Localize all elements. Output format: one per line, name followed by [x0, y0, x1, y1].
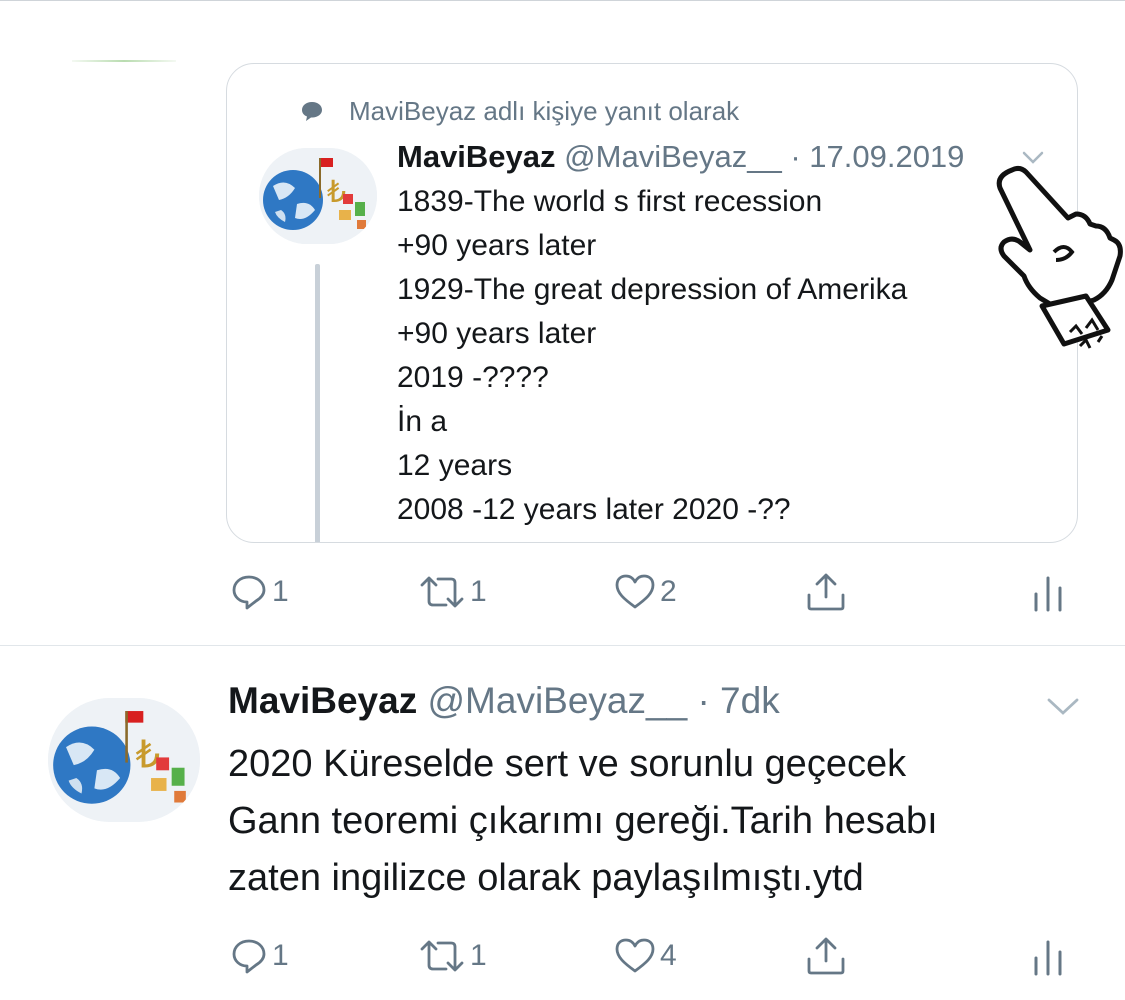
svg-text:₺: ₺: [327, 175, 346, 210]
avatar[interactable]: ₺: [259, 148, 377, 244]
quoted-tweet-actions: 1 1 2: [230, 567, 1070, 617]
globe-lira-avatar-icon: ₺: [48, 698, 200, 822]
reply-context-text: MaviBeyaz adlı kişiye yanıt olarak: [349, 96, 740, 126]
decorative-line: [72, 60, 176, 62]
avatar[interactable]: ₺: [48, 698, 200, 822]
share-button[interactable]: [804, 567, 848, 617]
analytics-icon: [1034, 576, 1062, 612]
globe-lira-avatar-icon: ₺: [259, 148, 377, 244]
main-tweet-header: MaviBeyaz @MaviBeyaz__ · 7dk: [228, 680, 780, 722]
analytics-button[interactable]: [1030, 567, 1066, 617]
tweet-text-line: 2008 -12 years later 2020 -??: [397, 493, 791, 526]
handle-and-date[interactable]: @MaviBeyaz__ · 17.09.2019: [564, 139, 964, 174]
share-icon: [807, 573, 845, 611]
tweet-text-line: zaten ingilizce olarak paylaşılmıştı.ytd: [228, 857, 864, 899]
tweet-text-line: 12 years: [397, 449, 513, 482]
speech-bubble-icon: [302, 102, 322, 121]
tweet-text-line: İn a: [397, 405, 448, 438]
retweet-button[interactable]: 1: [418, 931, 487, 981]
pointing-hand-icon: [996, 165, 1123, 349]
analytics-button[interactable]: [1030, 931, 1066, 981]
retweet-count: 1: [470, 575, 487, 608]
like-button[interactable]: 2: [614, 567, 677, 617]
like-count: 2: [660, 575, 677, 608]
retweet-icon: [420, 576, 464, 608]
retweet-icon: [420, 940, 464, 972]
reply-context: MaviBeyaz adlı kişiye yanıt olarak: [302, 96, 740, 127]
top-divider: [0, 0, 1125, 1]
heart-icon: [615, 938, 655, 973]
reply-icon: [232, 575, 266, 610]
like-button[interactable]: 4: [614, 931, 677, 981]
author-name[interactable]: MaviBeyaz: [397, 139, 556, 174]
reply-count: 1: [272, 575, 289, 608]
chevron-down-icon[interactable]: [1046, 697, 1080, 717]
reply-button[interactable]: 1: [230, 567, 289, 617]
share-button[interactable]: [804, 931, 848, 981]
quoted-tweet-header: MaviBeyaz @MaviBeyaz__ · 17.09.2019: [397, 139, 964, 175]
tweet-text-line: 2020 Küreselde sert ve sorunlu geçecek: [228, 743, 907, 785]
svg-text:₺: ₺: [136, 733, 161, 778]
author-name[interactable]: MaviBeyaz: [228, 680, 417, 721]
share-icon: [807, 937, 845, 975]
reply-button[interactable]: 1: [230, 931, 289, 981]
reply-icon: [232, 939, 266, 974]
tweet-text-line: Gann teoremi çıkarımı gereği.Tarih hesab…: [228, 800, 938, 842]
tweet-text-line: 1839-The world s first recession: [397, 185, 823, 218]
analytics-icon: [1034, 940, 1062, 976]
main-tweet-text: 2020 Küreselde sert ve sorunlu geçecek G…: [228, 736, 938, 907]
reply-count: 1: [272, 939, 289, 972]
quoted-tweet-card[interactable]: MaviBeyaz adlı kişiye yanıt olarak ₺ Mav…: [226, 63, 1078, 543]
handle-and-time[interactable]: @MaviBeyaz__ · 7dk: [428, 680, 780, 721]
tweet-divider: [0, 645, 1125, 646]
retweet-button[interactable]: 1: [418, 567, 487, 617]
tweet-text-line: 2019 -????: [397, 361, 549, 394]
retweet-count: 1: [470, 939, 487, 972]
tweet-text-line: 1929-The great depression of Amerika: [397, 273, 908, 306]
tweet-text-line: +90 years later: [397, 317, 597, 350]
quoted-tweet-text: 1839-The world s first recession +90 yea…: [397, 180, 907, 532]
thread-line: [315, 264, 320, 542]
main-tweet-actions: 1 1 4: [230, 931, 1070, 981]
heart-icon: [615, 574, 655, 609]
like-count: 4: [660, 939, 677, 972]
tweet-text-line: +90 years later: [397, 229, 597, 262]
